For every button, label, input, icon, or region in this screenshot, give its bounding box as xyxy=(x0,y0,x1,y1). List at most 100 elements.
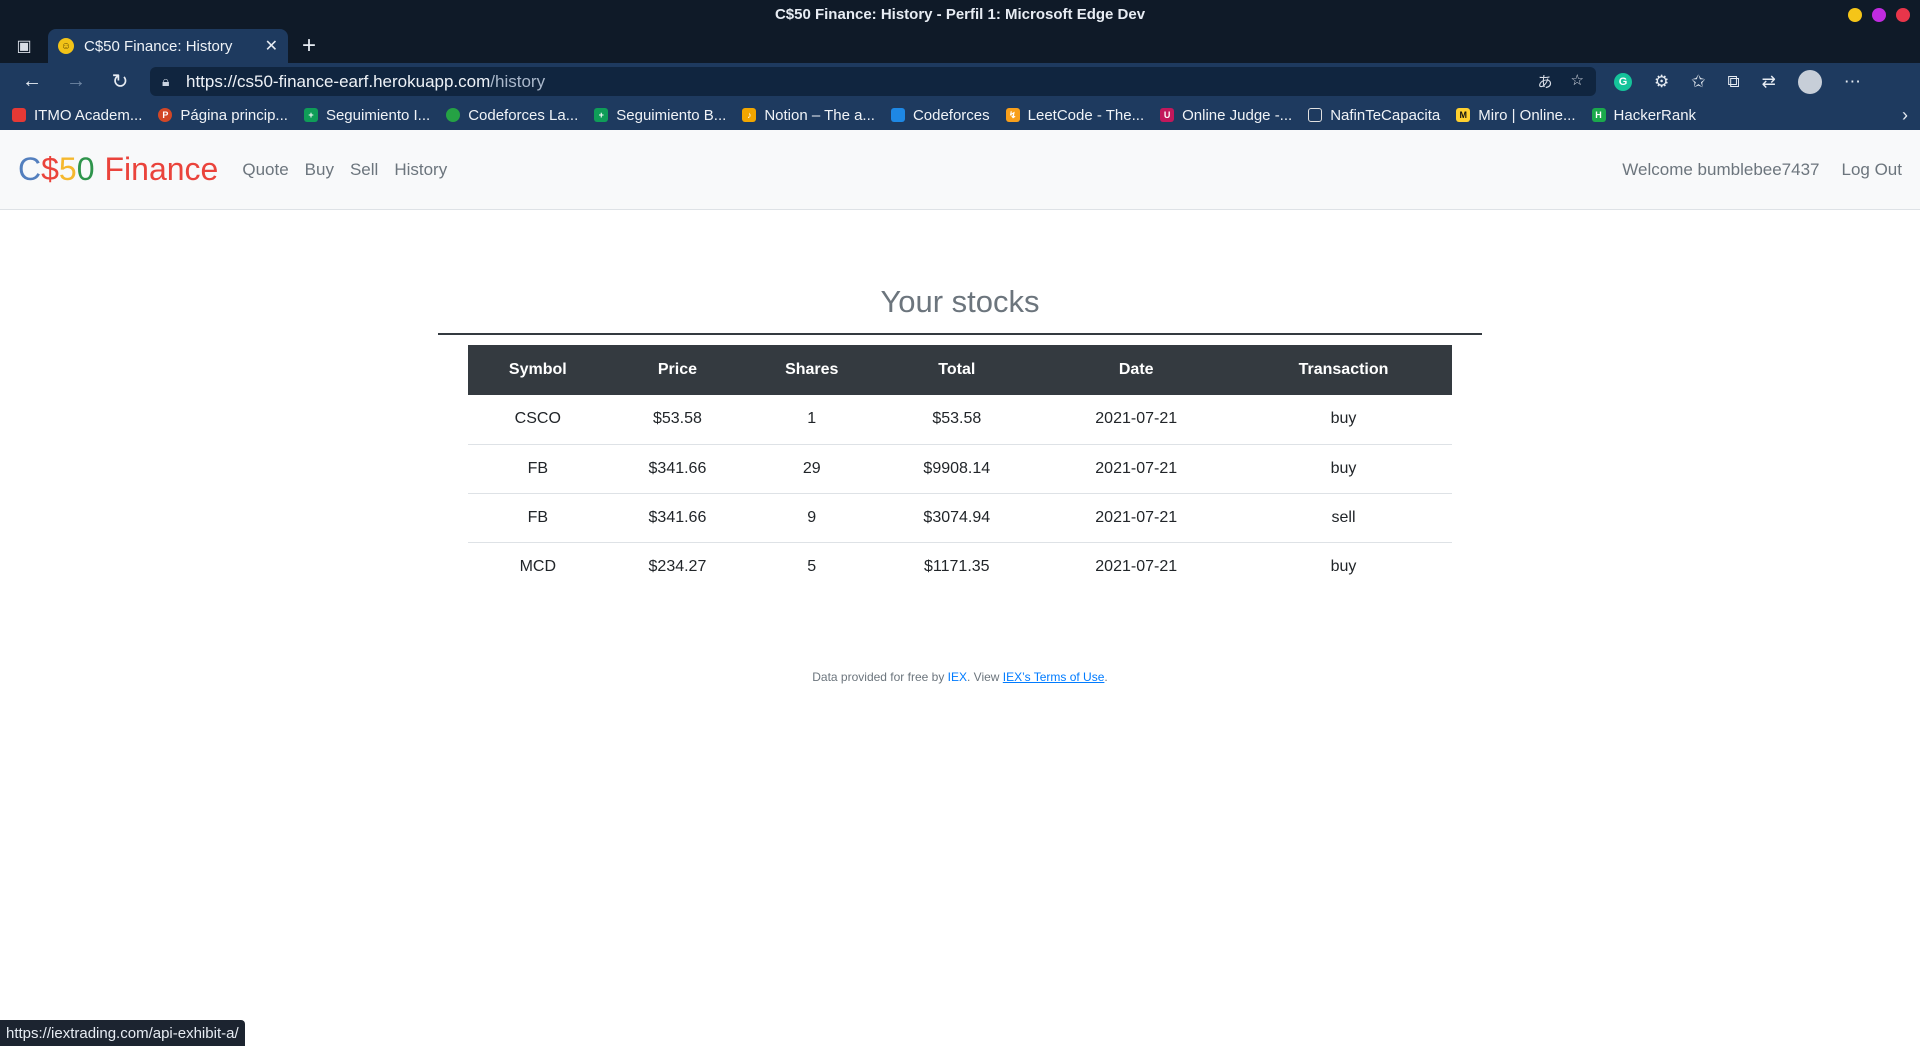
forward-button[interactable]: → xyxy=(54,67,98,97)
bookmark-item[interactable]: M Miro | Online... xyxy=(1456,107,1576,124)
page-content: C $5 0 Finance Quote Buy Sell History Welco… xyxy=(0,130,1920,1046)
chevron-right-icon[interactable]: › xyxy=(1902,105,1908,126)
logout-link[interactable]: Log Out xyxy=(1842,160,1903,180)
cell-total: $53.58 xyxy=(876,395,1038,445)
uva-icon: U xyxy=(1160,108,1175,122)
minimize-button[interactable] xyxy=(1848,8,1862,22)
tab-actions-button[interactable]: ▣ xyxy=(0,29,48,63)
bookmarks-bar: ITMO Academ... P Página princip... + Segui… xyxy=(0,100,1920,130)
favorites-icon[interactable]: ✩ xyxy=(1691,72,1705,92)
lock-icon: 🔒︎ xyxy=(162,73,170,89)
bookmark-item[interactable]: ♪ Notion – The a... xyxy=(742,107,875,124)
refresh-icon: ↻ xyxy=(111,71,129,93)
cell-transaction: buy xyxy=(1330,557,1357,575)
bookmark-item[interactable]: H HackerRank xyxy=(1591,106,1697,124)
cell-total: $1171.35 xyxy=(924,557,990,575)
sheets-icon: + xyxy=(303,108,318,122)
brand-part: $ xyxy=(41,151,59,187)
tab-actions-icon: ▣ xyxy=(16,38,32,55)
back-button[interactable]: ← xyxy=(10,67,54,97)
welcome-text[interactable]: Welcome bumblebee7437 xyxy=(1622,160,1819,180)
nav-quote-link[interactable]: Quote xyxy=(242,160,288,180)
browser-toolbar: ← → ↻ 🔒︎ https://cs50-finance-earf.herok… xyxy=(0,63,1920,100)
column-header: Symbol xyxy=(468,345,608,395)
url-host: https://cs50-finance-earf.herokuapp.com xyxy=(186,71,491,91)
close-icon[interactable]: ✕ xyxy=(265,36,278,56)
grammarly-icon[interactable]: G xyxy=(1614,72,1632,91)
bookmark-label: Codeforces xyxy=(912,106,990,124)
bookmark-item[interactable]: ITMO Academ... xyxy=(12,107,142,124)
nav-buy-link[interactable]: Buy xyxy=(305,160,334,180)
extensions-icon[interactable]: ⚙ xyxy=(1654,72,1669,92)
cell-date: 2021-07-21 xyxy=(1037,493,1236,543)
bookmark-label: Seguimiento I... xyxy=(325,106,431,124)
profile-avatar[interactable] xyxy=(1797,69,1822,94)
bookmark-label: Online Judge -... xyxy=(1182,106,1293,124)
status-url-preview: https://iextrading.com/api-exhibit-a/ xyxy=(0,1020,245,1046)
window-titlebar: C$50 Finance: History - Perfil 1: Micros… xyxy=(0,0,1920,29)
bookmark-item[interactable]: + Seguimiento B... xyxy=(594,107,726,124)
hackerrank-icon: H xyxy=(1591,108,1606,122)
bookmark-item[interactable]: U Online Judge -... xyxy=(1160,107,1292,124)
smiley-icon: ☺ xyxy=(58,38,74,54)
user-nav: Welcome bumblebee7437 Log Out xyxy=(1622,160,1902,180)
notion-icon: ♪ xyxy=(742,108,757,122)
document-icon xyxy=(1308,108,1323,122)
nav-sell-link[interactable]: Sell xyxy=(350,160,378,180)
cell-date: 2021-07-21 xyxy=(1095,557,1178,575)
more-menu-icon[interactable]: ⋯ xyxy=(1844,72,1861,92)
share-icon[interactable]: ⇄ xyxy=(1762,72,1776,92)
bookmark-item[interactable]: Codeforces La... xyxy=(446,107,578,124)
cell-price: $53.58 xyxy=(607,395,748,445)
cell-transaction: buy xyxy=(1235,395,1452,445)
column-header: Total xyxy=(876,345,1038,395)
maximize-button[interactable] xyxy=(1872,8,1886,22)
nav-history-link[interactable]: History xyxy=(394,160,447,180)
table-row: FB $341.66 29 $9908.14 2021-07-21 buy xyxy=(468,444,1452,494)
cell-price: $341.66 xyxy=(607,493,748,543)
cell-price: $341.66 xyxy=(607,444,748,494)
footer-text: Data provided for free by xyxy=(812,670,948,684)
arrow-right-icon: → xyxy=(66,70,86,92)
bookmark-item[interactable]: P Página princip... xyxy=(158,107,288,124)
bookmark-label: LeetCode - The... xyxy=(1027,106,1145,124)
table-row: CSCO $53.58 1 $53.58 2021-07-21 buy xyxy=(468,395,1452,445)
page-footer: Data provided for free by IEX. View IEX’… xyxy=(0,670,1920,684)
address-bar[interactable]: 🔒︎ https://cs50-finance-earf.herokuapp.c… xyxy=(150,67,1596,96)
footer-text: . xyxy=(1104,670,1108,684)
cell-date: 2021-07-21 xyxy=(1037,444,1236,494)
tab-active[interactable]: ☺ C$50 Finance: History ✕ xyxy=(48,29,288,63)
collections-icon[interactable]: ⧉ xyxy=(1728,72,1740,92)
cell-total: $9908.14 xyxy=(876,444,1038,494)
bookmark-label: HackerRank xyxy=(1613,106,1697,124)
cell-shares: 1 xyxy=(747,395,877,445)
brand-logo[interactable]: C $5 0 Finance xyxy=(18,151,218,188)
cell-symbol: MCD xyxy=(519,557,557,575)
iex-terms-link[interactable]: IEX’s Terms of Use xyxy=(1003,670,1105,684)
footer-text: . View xyxy=(967,670,1003,684)
history-table: Symbol Price Shares Total Date Transacti… xyxy=(468,345,1452,591)
cell-transaction: buy xyxy=(1235,444,1452,494)
brand-part: 5 xyxy=(58,151,77,187)
iex-link[interactable]: IEX xyxy=(948,670,967,684)
bookmark-item[interactable]: Codeforces xyxy=(890,106,990,124)
bar-chart-icon xyxy=(890,108,905,122)
favorite-star-icon[interactable]: ☆ xyxy=(1571,71,1584,92)
bookmark-label: Página princip... xyxy=(180,106,288,124)
sheets-icon: + xyxy=(594,108,609,122)
column-header: Date xyxy=(1037,345,1236,395)
refresh-button[interactable]: ↻ xyxy=(98,67,142,97)
cell-shares: 5 xyxy=(807,557,817,575)
window-title: C$50 Finance: History - Perfil 1: Micros… xyxy=(774,6,1146,23)
bookmark-item[interactable]: + Seguimiento I... xyxy=(303,106,431,124)
cell-total: $3074.94 xyxy=(876,493,1038,543)
url-path: /history xyxy=(490,71,546,91)
column-header: Transaction xyxy=(1235,345,1452,395)
close-window-button[interactable] xyxy=(1896,8,1910,22)
new-tab-button[interactable]: + xyxy=(288,29,330,63)
bookmark-item[interactable]: ↯ LeetCode - The... xyxy=(1005,106,1145,124)
page-title: Your stocks xyxy=(438,280,1482,335)
translate-icon[interactable]: あ xyxy=(1538,71,1553,92)
brand-part: C xyxy=(18,151,42,187)
bookmark-item[interactable]: NafinTeCapacita xyxy=(1308,107,1440,124)
